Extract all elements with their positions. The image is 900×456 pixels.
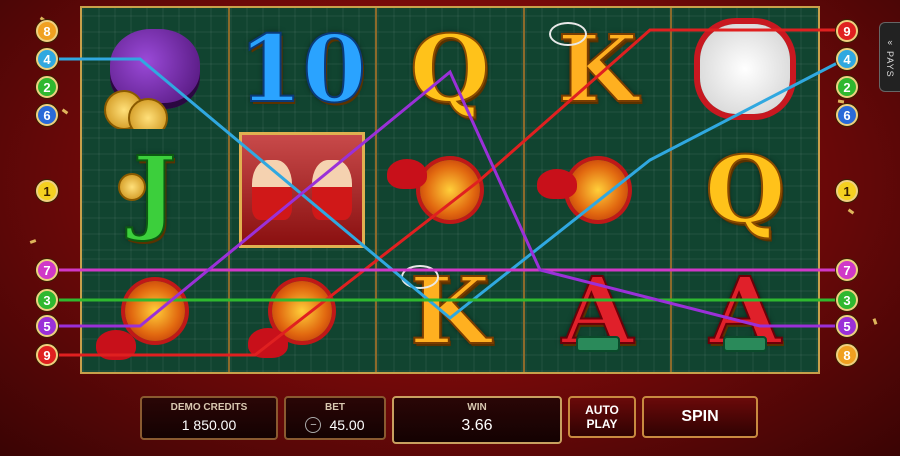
confetti	[837, 99, 845, 104]
pays-tab[interactable]: « PAYS	[879, 22, 900, 92]
payline-marker-right[interactable]: 1	[836, 180, 858, 202]
payline-marker-right[interactable]: 9	[836, 20, 858, 42]
reel-cell	[229, 250, 376, 372]
dragon-icon	[548, 22, 587, 46]
reel-cell: Q	[377, 8, 523, 130]
reel-cell	[82, 8, 228, 138]
symbol-letter: Q	[704, 135, 786, 244]
payline-marker-right[interactable]: 6	[836, 104, 858, 126]
symbol-letter: 10	[237, 14, 367, 123]
reel-cell	[229, 129, 376, 251]
reel-3: Q K	[377, 8, 525, 372]
payline-marker-left[interactable]: 7	[36, 259, 58, 281]
dragon-icon	[401, 264, 440, 289]
credits-label: DEMO CREDITS	[170, 402, 248, 413]
confetti	[847, 208, 855, 215]
payline-marker-right[interactable]: 2	[836, 76, 858, 98]
credits-panel: DEMO CREDITS 1 850.00	[140, 396, 278, 440]
reel-cell: J	[82, 129, 228, 251]
reel-cell	[672, 8, 818, 130]
bet-value: 45.00	[329, 417, 365, 433]
payline-marker-right[interactable]: 7	[836, 259, 858, 281]
reel-cell	[524, 129, 671, 251]
payline-marker-right[interactable]: 5	[836, 315, 858, 337]
lantern-knot-icon	[567, 159, 628, 220]
tassel-icon	[247, 327, 288, 358]
payline-marker-left[interactable]: 2	[36, 76, 58, 98]
reel-cell: A	[672, 250, 818, 372]
reel-cell: Q	[672, 129, 818, 251]
reel-cell: K	[377, 250, 523, 372]
jade-ingot-icon	[575, 335, 620, 352]
payline-marker-right[interactable]: 4	[836, 48, 858, 70]
win-label: WIN	[467, 402, 487, 413]
spin-button[interactable]: SPIN	[642, 396, 758, 438]
reel-cell	[377, 129, 523, 251]
win-value: 3.66	[461, 417, 493, 434]
payline-marker-left[interactable]: 9	[36, 344, 58, 366]
reel-cell	[82, 250, 228, 372]
bet-decrease-button[interactable]: −	[305, 417, 322, 433]
reel-5: Q A	[672, 8, 818, 372]
reel-cell: 10	[229, 8, 376, 130]
lantern-knot-icon	[124, 281, 185, 342]
reel-1: J	[82, 8, 230, 372]
bet-label: BET	[325, 402, 345, 413]
payline-marker-left[interactable]: 3	[36, 289, 58, 311]
kid-figure	[312, 159, 353, 220]
twin-kids-icon	[239, 131, 366, 248]
payline-marker-right[interactable]: 3	[836, 289, 858, 311]
reel-cell: K	[524, 8, 671, 130]
win-panel: WIN 3.66	[392, 396, 562, 444]
confetti	[29, 239, 37, 244]
reel-2: 10	[229, 8, 378, 372]
reel-grid: J 10 Q K K A Q A	[80, 6, 820, 374]
payline-marker-left[interactable]: 1	[36, 180, 58, 202]
tassel-icon	[536, 169, 577, 200]
payline-marker-left[interactable]: 4	[36, 48, 58, 70]
credits-value: 1 850.00	[181, 417, 237, 433]
payline-marker-left[interactable]: 6	[36, 104, 58, 126]
tassel-icon	[96, 329, 136, 360]
reel-cell: A	[524, 250, 671, 372]
confetti	[872, 318, 878, 325]
lantern-knot-icon	[419, 159, 480, 220]
kid-figure	[252, 159, 293, 220]
reel-4: K A	[524, 8, 673, 372]
confetti	[61, 108, 69, 115]
tassel-icon	[387, 159, 428, 190]
payline-marker-left[interactable]: 8	[36, 20, 58, 42]
jade-ingot-icon	[723, 335, 768, 352]
bet-panel: BET − 45.00	[284, 396, 386, 440]
lucky-cat-icon	[700, 23, 791, 114]
autoplay-button[interactable]: AUTO PLAY	[568, 396, 636, 438]
payline-marker-left[interactable]: 5	[36, 315, 58, 337]
payline-marker-right[interactable]: 8	[836, 344, 858, 366]
pays-tab-label: PAYS	[885, 50, 895, 78]
chevron-left-icon: «	[887, 36, 893, 47]
symbol-letter: Q	[409, 14, 491, 123]
